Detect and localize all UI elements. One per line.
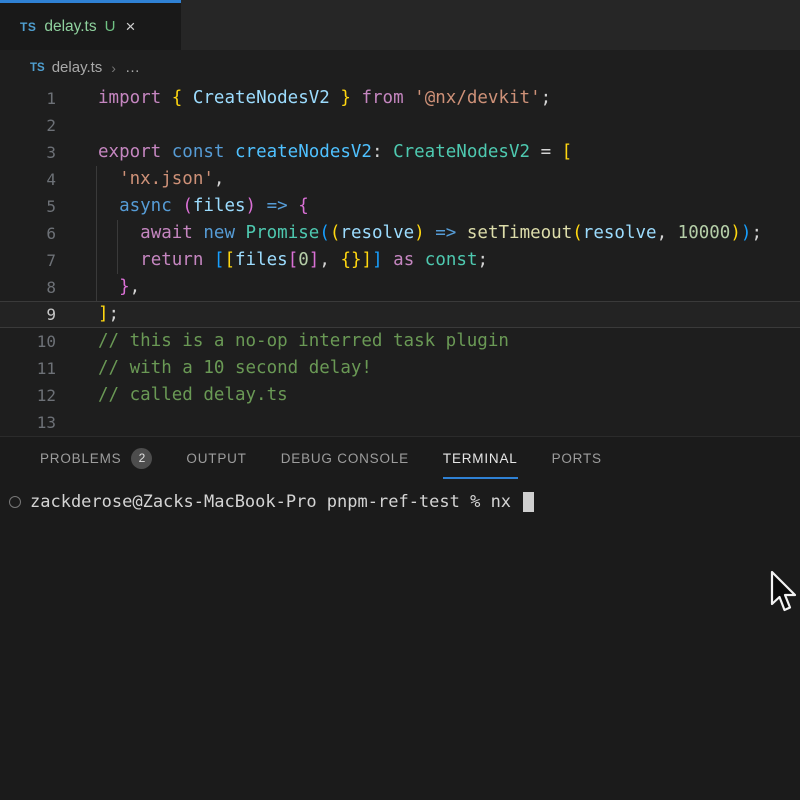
vscode-window: TS delay.ts U × TS delay.ts › … 1import …: [0, 0, 800, 800]
code-line-13[interactable]: 13: [0, 409, 800, 436]
line-number: 4: [0, 166, 56, 193]
breadcrumb: TS delay.ts › …: [0, 50, 800, 85]
git-status-badge: U: [105, 18, 116, 35]
code-line-9[interactable]: 9];: [0, 301, 800, 328]
code-line-content: [56, 112, 98, 139]
shell-integration-icon: [9, 496, 21, 508]
panel-tab-bar: PROBLEMS 2 OUTPUT DEBUG CONSOLE TERMINAL…: [0, 437, 800, 479]
chevron-right-icon: ›: [111, 60, 116, 76]
code-lines: 1import { CreateNodesV2 } from '@nx/devk…: [0, 85, 800, 436]
line-number: 5: [0, 193, 56, 220]
code-line-content: return [[files[0], {}]] as const;: [56, 247, 488, 274]
code-line-2[interactable]: 2: [0, 112, 800, 139]
code-line-4[interactable]: 4 'nx.json',: [0, 166, 800, 193]
code-line-3[interactable]: 3export const createNodesV2: CreateNodes…: [0, 139, 800, 166]
code-line-content: await new Promise((resolve) => setTimeou…: [56, 220, 762, 247]
code-line-5[interactable]: 5 async (files) => {: [0, 193, 800, 220]
code-line-content: 'nx.json',: [56, 166, 224, 193]
tab-title: delay.ts: [44, 18, 96, 36]
bottom-panel: PROBLEMS 2 OUTPUT DEBUG CONSOLE TERMINAL…: [0, 436, 800, 800]
terminal-prompt-line[interactable]: zackderose@Zacks-MacBook-Pro pnpm-ref-te…: [0, 489, 800, 515]
tab-debug-console[interactable]: DEBUG CONSOLE: [281, 437, 409, 479]
breadcrumb-ellipsis[interactable]: …: [125, 59, 141, 76]
code-line-content: },: [56, 274, 140, 301]
panel-tab-label: DEBUG CONSOLE: [281, 451, 409, 466]
tab-ports[interactable]: PORTS: [552, 437, 602, 479]
editor-tab-bar: TS delay.ts U ×: [0, 0, 800, 50]
line-number: 12: [0, 382, 56, 409]
breadcrumb-file[interactable]: delay.ts: [52, 59, 103, 76]
code-line-content: ];: [56, 301, 119, 328]
panel-tab-label: PROBLEMS: [40, 451, 121, 466]
line-number: 9: [0, 301, 56, 328]
close-icon[interactable]: ×: [125, 18, 135, 35]
line-number: 7: [0, 247, 56, 274]
terminal-cursor: [523, 492, 534, 512]
code-line-12[interactable]: 12// called delay.ts: [0, 382, 800, 409]
panel-tab-label: TERMINAL: [443, 451, 518, 466]
code-line-6[interactable]: 6 await new Promise((resolve) => setTime…: [0, 220, 800, 247]
line-number: 8: [0, 274, 56, 301]
code-line-content: import { CreateNodesV2 } from '@nx/devki…: [56, 85, 551, 112]
tab-problems[interactable]: PROBLEMS 2: [40, 437, 152, 479]
code-line-8[interactable]: 8 },: [0, 274, 800, 301]
code-line-content: // with a 10 second delay!: [56, 355, 372, 382]
line-number: 13: [0, 409, 56, 436]
line-number: 3: [0, 139, 56, 166]
code-line-7[interactable]: 7 return [[files[0], {}]] as const;: [0, 247, 800, 274]
tab-output[interactable]: OUTPUT: [186, 437, 246, 479]
line-number: 6: [0, 220, 56, 247]
line-number: 2: [0, 112, 56, 139]
indent-guide: [117, 220, 118, 274]
line-number: 10: [0, 328, 56, 355]
problems-count-badge: 2: [131, 448, 152, 469]
code-line-10[interactable]: 10// this is a no-op interred task plugi…: [0, 328, 800, 355]
code-line-1[interactable]: 1import { CreateNodesV2 } from '@nx/devk…: [0, 85, 800, 112]
typescript-file-icon: TS: [20, 20, 36, 34]
code-line-content: // this is a no-op interred task plugin: [56, 328, 509, 355]
code-line-content: async (files) => {: [56, 193, 309, 220]
code-line-content: [56, 409, 98, 436]
code-line-content: // called delay.ts: [56, 382, 288, 409]
tab-terminal[interactable]: TERMINAL: [443, 437, 518, 479]
code-line-11[interactable]: 11// with a 10 second delay!: [0, 355, 800, 382]
typescript-file-icon: TS: [30, 62, 45, 74]
code-line-content: export const createNodesV2: CreateNodesV…: [56, 139, 572, 166]
line-number: 11: [0, 355, 56, 382]
code-editor[interactable]: 1import { CreateNodesV2 } from '@nx/devk…: [0, 85, 800, 436]
tab-delay-ts[interactable]: TS delay.ts U ×: [0, 0, 181, 50]
indent-guide: [96, 166, 97, 301]
panel-tab-label: OUTPUT: [186, 451, 246, 466]
panel-tab-label: PORTS: [552, 451, 602, 466]
terminal-prompt-text: zackderose@Zacks-MacBook-Pro pnpm-ref-te…: [30, 492, 521, 512]
line-number: 1: [0, 85, 56, 112]
